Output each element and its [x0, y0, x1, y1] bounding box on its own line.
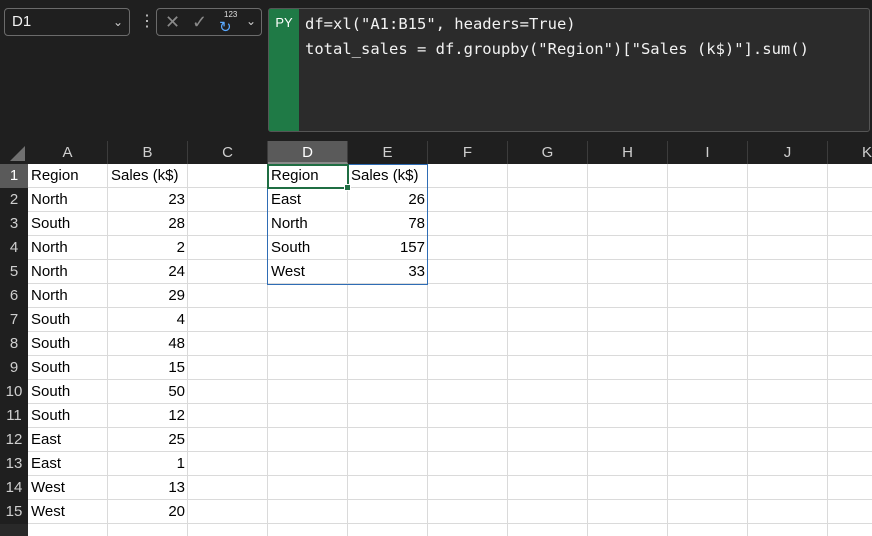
- table-cell[interactable]: West: [268, 260, 348, 284]
- enter-check-icon[interactable]: ✓: [192, 12, 207, 33]
- formula-bar-area: D1 ⌄ ⋮ ✕ ✓ 123 ↻ ⌄ PY df=xl("A1:B15", he…: [0, 0, 872, 141]
- column-header-j[interactable]: J: [748, 141, 828, 164]
- column-header-c[interactable]: C: [188, 141, 268, 164]
- cell-d1[interactable]: Region: [268, 164, 348, 188]
- table-cell[interactable]: 48: [108, 332, 188, 356]
- column-header-d[interactable]: D: [268, 141, 348, 164]
- table-cell[interactable]: North: [28, 236, 108, 260]
- cell-a1[interactable]: Region: [28, 164, 108, 188]
- table-cell[interactable]: South: [28, 308, 108, 332]
- table-cell[interactable]: South: [28, 212, 108, 236]
- select-all-corner[interactable]: [0, 141, 28, 164]
- table-cell[interactable]: East: [268, 188, 348, 212]
- code-line-1: df=xl("A1:B15", headers=True): [305, 15, 576, 33]
- column-header-g[interactable]: G: [508, 141, 588, 164]
- table-cell[interactable]: West: [28, 476, 108, 500]
- row-header-1[interactable]: 1: [0, 164, 28, 188]
- table-cell[interactable]: 2: [108, 236, 188, 260]
- table-cell[interactable]: 12: [108, 404, 188, 428]
- cell-area[interactable]: Region Sales (k$) North 23 South 28 Nort…: [28, 164, 872, 536]
- table-cell[interactable]: 29: [108, 284, 188, 308]
- table-cell[interactable]: 15: [108, 356, 188, 380]
- table-cell[interactable]: West: [28, 500, 108, 524]
- more-options-icon[interactable]: ⋮: [139, 14, 155, 30]
- column-header-h[interactable]: H: [588, 141, 668, 164]
- column-header-k[interactable]: K: [828, 141, 872, 164]
- cell-e1[interactable]: Sales (k$): [348, 164, 428, 188]
- table-cell[interactable]: 13: [108, 476, 188, 500]
- row-header-9[interactable]: 9: [0, 356, 28, 380]
- table-cell[interactable]: South: [28, 332, 108, 356]
- table-cell[interactable]: 78: [348, 212, 428, 236]
- table-cell[interactable]: 26: [348, 188, 428, 212]
- table-cell[interactable]: North: [28, 284, 108, 308]
- row-header-2[interactable]: 2: [0, 188, 28, 212]
- table-cell[interactable]: East: [28, 452, 108, 476]
- table-cell[interactable]: South: [28, 380, 108, 404]
- column-header-f[interactable]: F: [428, 141, 508, 164]
- table-cell[interactable]: 33: [348, 260, 428, 284]
- row-header-8[interactable]: 8: [0, 332, 28, 356]
- table-cell[interactable]: 4: [108, 308, 188, 332]
- python-tag: PY: [269, 9, 299, 131]
- chevron-down-icon[interactable]: ⌄: [246, 14, 256, 28]
- table-cell[interactable]: 23: [108, 188, 188, 212]
- column-header-a[interactable]: A: [28, 141, 108, 164]
- table-cell[interactable]: 25: [108, 428, 188, 452]
- table-cell[interactable]: 20: [108, 500, 188, 524]
- table-cell[interactable]: 24: [108, 260, 188, 284]
- table-cell[interactable]: South: [28, 356, 108, 380]
- column-header-i[interactable]: I: [668, 141, 748, 164]
- python-formula-editor[interactable]: PY df=xl("A1:B15", headers=True) total_s…: [268, 8, 870, 132]
- name-box-value: D1: [12, 13, 32, 30]
- python-code[interactable]: df=xl("A1:B15", headers=True) total_sale…: [305, 12, 809, 62]
- table-cell[interactable]: East: [28, 428, 108, 452]
- name-box[interactable]: D1 ⌄: [4, 8, 130, 36]
- row-header-10[interactable]: 10: [0, 380, 28, 404]
- row-header-4[interactable]: 4: [0, 236, 28, 260]
- table-cell[interactable]: South: [28, 404, 108, 428]
- table-cell[interactable]: 1: [108, 452, 188, 476]
- table-cell[interactable]: 157: [348, 236, 428, 260]
- refresh-arrow-icon: ↻: [219, 19, 232, 36]
- row-header-12[interactable]: 12: [0, 428, 28, 452]
- row-header-6[interactable]: 6: [0, 284, 28, 308]
- column-header-b[interactable]: B: [108, 141, 188, 164]
- table-cell[interactable]: North: [268, 212, 348, 236]
- row-header-5[interactable]: 5: [0, 260, 28, 284]
- formula-edit-buttons: ✕ ✓ 123 ↻ ⌄: [156, 8, 262, 36]
- column-header-e[interactable]: E: [348, 141, 428, 164]
- cancel-icon[interactable]: ✕: [165, 12, 180, 33]
- chevron-down-icon[interactable]: ⌄: [113, 9, 123, 35]
- table-cell[interactable]: 28: [108, 212, 188, 236]
- row-header-11[interactable]: 11: [0, 404, 28, 428]
- cell-b1[interactable]: Sales (k$): [108, 164, 188, 188]
- python-output-type-icon[interactable]: 123 ↻: [219, 10, 241, 36]
- row-header-7[interactable]: 7: [0, 308, 28, 332]
- code-line-2: total_sales = df.groupby("Region")["Sale…: [305, 40, 809, 58]
- table-cell[interactable]: North: [28, 188, 108, 212]
- row-header-14[interactable]: 14: [0, 476, 28, 500]
- table-cell[interactable]: South: [268, 236, 348, 260]
- table-cell[interactable]: 50: [108, 380, 188, 404]
- row-header-15[interactable]: 15: [0, 500, 28, 524]
- row-header-3[interactable]: 3: [0, 212, 28, 236]
- table-cell[interactable]: North: [28, 260, 108, 284]
- row-header-13[interactable]: 13: [0, 452, 28, 476]
